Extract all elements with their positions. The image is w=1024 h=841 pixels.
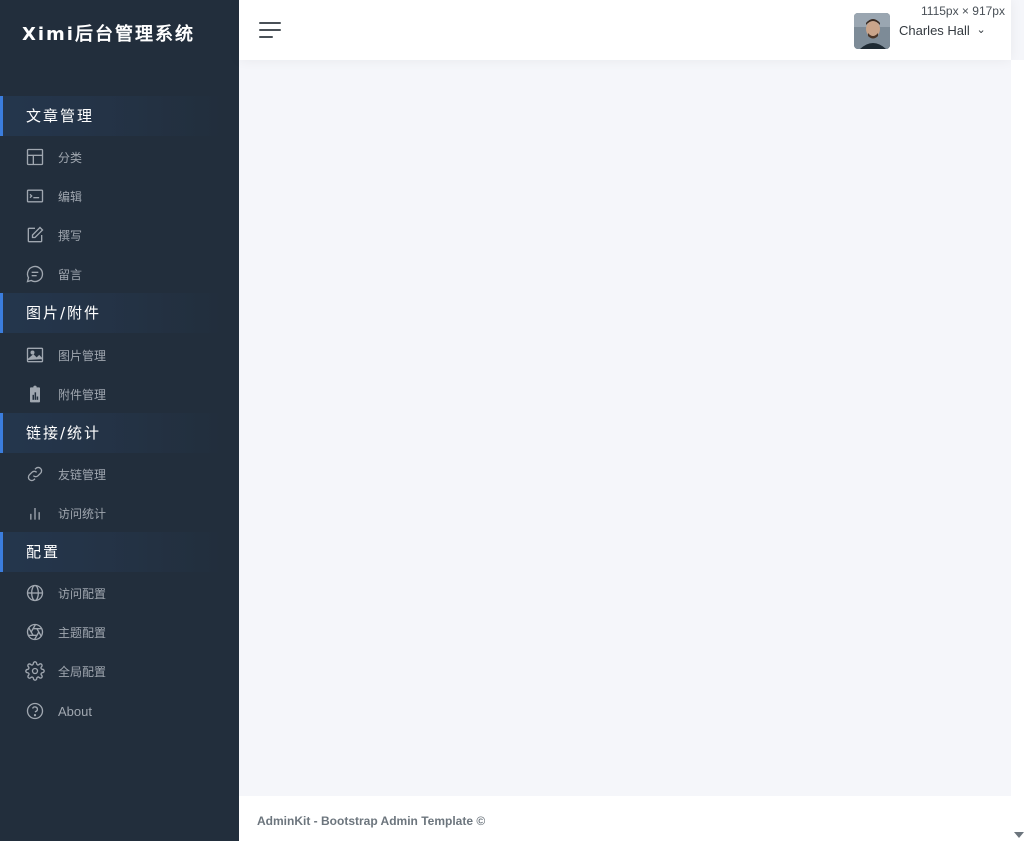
window-dimensions-label: 1115px × 917px (921, 4, 1005, 18)
sidebar-item-images[interactable]: 图片管理 (0, 337, 239, 373)
brand-title[interactable]: Ximi后台管理系统 (22, 20, 195, 46)
message-icon (25, 264, 45, 284)
sidebar-item-label: 附件管理 (58, 387, 107, 402)
sidebar-item-label: 留言 (58, 267, 83, 282)
sidebar-item-visit-stats[interactable]: 访问统计 (0, 495, 239, 531)
sidebar-section-links: 链接/统计 (0, 413, 225, 453)
help-circle-icon (25, 701, 45, 721)
user-name: Charles Hall (899, 23, 970, 38)
clipboard-chart-icon (25, 384, 45, 404)
user-avatar[interactable] (854, 13, 890, 49)
layout-icon (25, 147, 45, 167)
sidebar-item-access-config[interactable]: 访问配置 (0, 575, 239, 611)
edit-icon (25, 225, 45, 245)
footer: AdminKit - Bootstrap Admin Template © (239, 796, 1011, 841)
sidebar-item-label: 撰写 (58, 228, 83, 243)
image-icon (25, 345, 45, 365)
sidebar: Ximi后台管理系统 文章管理 分类 编辑 撰写 留言 图片/附件 图片管理 附… (0, 0, 239, 841)
sidebar-item-label: 全局配置 (58, 664, 107, 679)
sidebar-section-articles: 文章管理 (0, 96, 225, 136)
link-icon (25, 464, 45, 484)
sidebar-item-attachments[interactable]: 附件管理 (0, 376, 239, 412)
sidebar-item-theme-config[interactable]: 主题配置 (0, 614, 239, 650)
sidebar-item-about[interactable]: About (0, 693, 239, 729)
hamburger-menu-icon[interactable] (259, 20, 283, 40)
sidebar-item-label: 分类 (58, 150, 83, 165)
sidebar-item-label: 图片管理 (58, 348, 107, 363)
chevron-down-icon: ⌄ (976, 24, 986, 36)
top-navbar: Charles Hall ⌄ (239, 0, 1011, 60)
scrollbar-track[interactable] (1011, 60, 1024, 841)
terminal-icon (25, 186, 45, 206)
sidebar-item-label: 友链管理 (58, 467, 107, 482)
sidebar-item-global-config[interactable]: 全局配置 (0, 653, 239, 689)
footer-text[interactable]: AdminKit - Bootstrap Admin Template © (257, 814, 485, 828)
sidebar-section-media: 图片/附件 (0, 293, 225, 333)
sidebar-item-compose[interactable]: 撰写 (0, 217, 239, 253)
sidebar-section-config: 配置 (0, 532, 225, 572)
aperture-icon (25, 622, 45, 642)
sidebar-item-label: About (58, 703, 92, 719)
main-content (239, 60, 1011, 796)
bar-chart-icon (25, 503, 45, 523)
globe-icon (25, 583, 45, 603)
settings-icon (25, 661, 45, 681)
sidebar-item-label: 访问配置 (58, 586, 107, 601)
sidebar-item-category[interactable]: 分类 (0, 139, 239, 175)
sidebar-item-label: 编辑 (58, 189, 83, 204)
sidebar-item-comments[interactable]: 留言 (0, 256, 239, 292)
sidebar-item-friend-links[interactable]: 友链管理 (0, 456, 239, 492)
scroll-down-icon[interactable] (1014, 832, 1024, 838)
user-menu-toggle[interactable]: Charles Hall ⌄ (899, 23, 986, 38)
sidebar-item-label: 主题配置 (58, 625, 107, 640)
sidebar-item-edit[interactable]: 编辑 (0, 178, 239, 214)
sidebar-item-label: 访问统计 (58, 506, 107, 521)
